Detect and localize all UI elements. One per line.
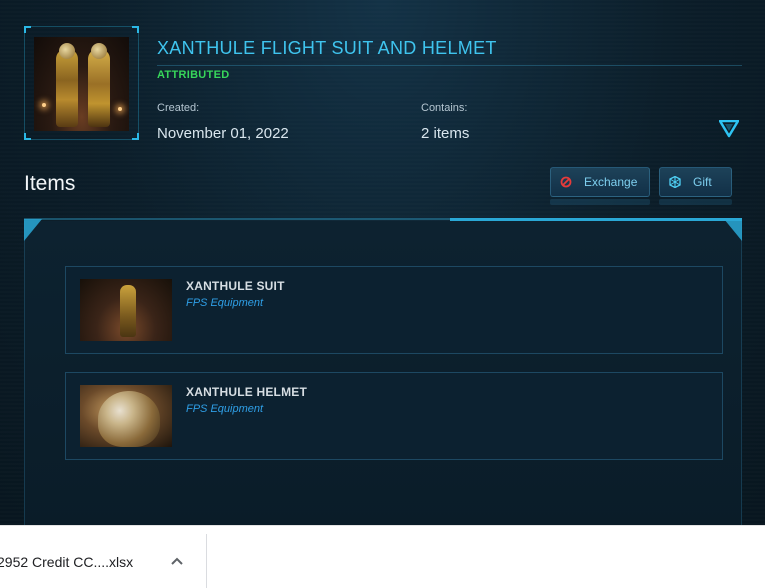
status-badge: ATTRIBUTED: [157, 69, 230, 81]
gift-button[interactable]: Gift: [659, 167, 732, 197]
button-reflection: [659, 199, 732, 205]
contains-value: 2 items: [421, 125, 470, 142]
light-decoration: [42, 103, 46, 107]
exchange-icon: [560, 176, 572, 188]
chevron-triangle-down-icon[interactable]: [719, 120, 739, 138]
exchange-button[interactable]: Exchange: [550, 167, 650, 197]
frame-corner: [24, 133, 31, 140]
gift-label: Gift: [693, 175, 712, 189]
corner-accent-right: [724, 219, 742, 241]
item-name: XANTHULE HELMET: [186, 385, 307, 399]
frame-corner: [24, 26, 31, 33]
download-divider: [206, 534, 207, 588]
downloads-bar: 2952 Credit CC....xlsx: [0, 525, 765, 588]
corner-accent-left: [24, 219, 42, 241]
button-reflection: [550, 199, 650, 205]
item-card[interactable]: XANTHULE HELMET FPS Equipment: [65, 372, 723, 460]
frame-corner: [132, 133, 139, 140]
helmet-figure: [98, 391, 160, 447]
contains-label: Contains:: [421, 102, 468, 114]
frame-corner: [132, 26, 139, 33]
item-card[interactable]: XANTHULE SUIT FPS Equipment: [65, 266, 723, 354]
suit-figure: [120, 285, 136, 337]
created-value: November 01, 2022: [157, 125, 289, 142]
gift-icon: [669, 176, 681, 188]
helmet-thumbnail: [80, 385, 172, 447]
item-type: FPS Equipment: [186, 403, 264, 415]
pledge-title: XANTHULE FLIGHT SUIT AND HELMET: [157, 38, 497, 58]
suit-figure: [88, 43, 110, 127]
light-decoration: [118, 107, 122, 111]
created-label: Created:: [157, 102, 200, 114]
pledge-page: XANTHULE FLIGHT SUIT AND HELMET ATTRIBUT…: [0, 0, 765, 525]
item-type: FPS Equipment: [186, 297, 264, 309]
panel-top-highlight: [450, 218, 742, 221]
download-file-name[interactable]: 2952 Credit CC....xlsx: [0, 554, 133, 570]
title-divider: [157, 65, 742, 66]
exchange-label: Exchange: [584, 175, 638, 189]
suit-figure: [56, 43, 78, 127]
item-name: XANTHULE SUIT: [186, 279, 285, 293]
chevron-up-icon[interactable]: [170, 556, 184, 566]
items-heading: Items: [24, 172, 76, 195]
pledge-thumbnail-image: [34, 37, 129, 131]
suit-thumbnail: [80, 279, 172, 341]
pledge-thumbnail-frame[interactable]: [24, 26, 139, 140]
